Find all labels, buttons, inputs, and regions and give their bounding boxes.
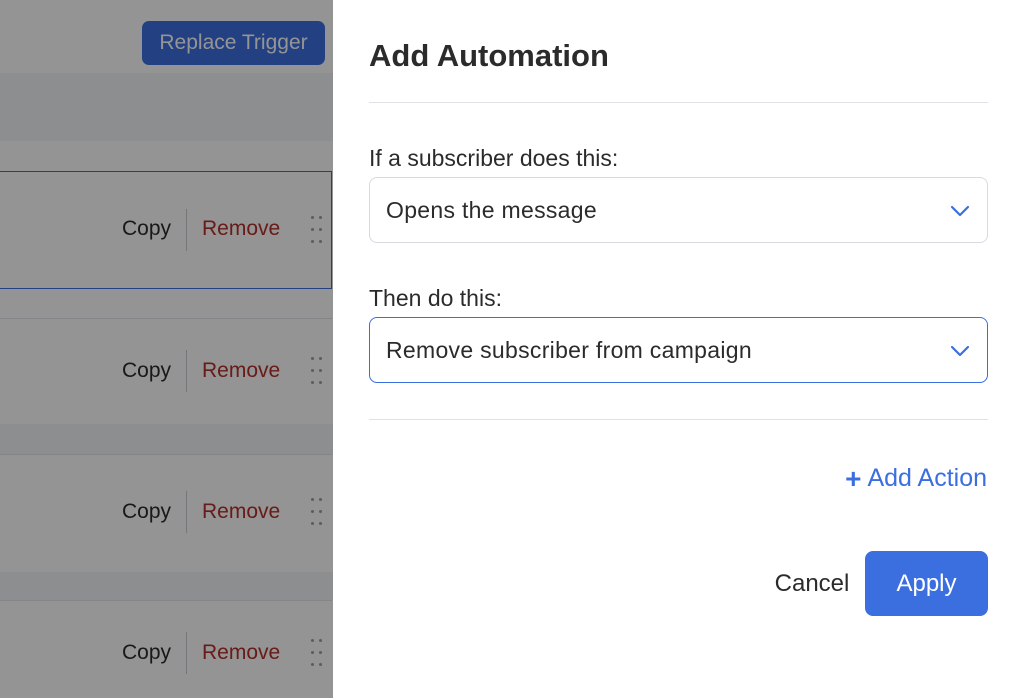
plus-icon: + [845, 462, 862, 494]
cancel-button[interactable]: Cancel [772, 551, 852, 616]
chevron-down-icon [950, 205, 970, 217]
trigger-label: If a subscriber does this: [369, 145, 619, 171]
trigger-select[interactable]: Opens the message [369, 177, 988, 243]
chevron-down-icon [950, 345, 970, 357]
add-action-label: Add Action [867, 464, 987, 492]
add-action-button[interactable]: + Add Action [845, 464, 987, 493]
apply-button[interactable]: Apply [865, 551, 988, 616]
trigger-select-value: Opens the message [386, 197, 597, 223]
action-select[interactable]: Remove subscriber from campaign [369, 317, 988, 383]
divider [369, 102, 988, 103]
modal-backdrop[interactable] [0, 0, 333, 698]
divider [369, 419, 988, 420]
action-label: Then do this: [369, 285, 502, 311]
action-select-value: Remove subscriber from campaign [386, 337, 752, 363]
add-automation-panel: Add Automation If a subscriber does this… [333, 0, 1020, 698]
panel-title: Add Automation [369, 38, 609, 73]
